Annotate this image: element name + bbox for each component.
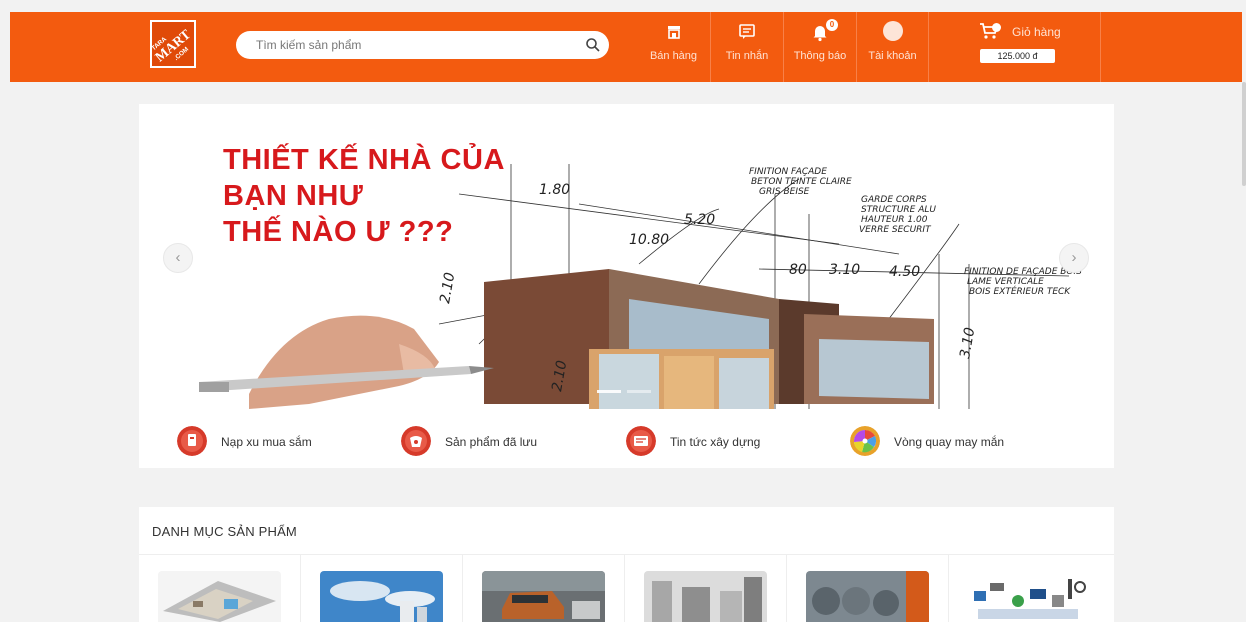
banner-headline-line1: THIẾT KẾ NHÀ CỦA [223, 144, 505, 176]
cart-badge [992, 23, 1001, 32]
quick-links: Nạp xu mua sắm Sản phẩm đã lưu Tin tức x… [139, 422, 1114, 462]
svg-text:STRUCTURE ALU: STRUCTURE ALU [861, 205, 936, 215]
cart-label: Giỏ hàng [1012, 25, 1061, 39]
category-section: DANH MỤC SẢN PHẨM [139, 507, 1114, 622]
svg-text:4.50: 4.50 [889, 264, 920, 280]
svg-text:LAME VERTICALE: LAME VERTICALE [967, 277, 1044, 287]
page-scrollbar[interactable] [1242, 82, 1246, 186]
quick-link-lucky-wheel-label: Vòng quay may mắn [894, 435, 1005, 449]
category-image-vehicles [482, 571, 605, 622]
quick-link-topup-label: Nạp xu mua sắm [221, 435, 312, 449]
nav-sell-label: Bán hàng [649, 50, 698, 62]
category-item[interactable] [139, 555, 301, 622]
category-item[interactable] [301, 555, 463, 622]
store-icon [667, 26, 680, 39]
nav-sell[interactable]: Bán hàng [637, 12, 710, 82]
carousel-dots [597, 390, 657, 396]
svg-text:1.80: 1.80 [539, 182, 570, 198]
nav-messages[interactable]: Tin nhắn [710, 12, 783, 82]
cart-total: 125.000 đ [980, 49, 1055, 63]
category-item[interactable] [949, 555, 1111, 622]
svg-text:80: 80 [789, 262, 807, 278]
svg-text:10.80: 10.80 [629, 232, 669, 248]
notification-badge: 0 [826, 19, 838, 31]
quick-link-news-label: Tin tức xây dựng [670, 435, 761, 449]
svg-text:GRIS BEISE: GRIS BEISE [759, 187, 810, 197]
svg-text:BOIS EXTÉRIEUR TECK: BOIS EXTÉRIEUR TECK [969, 285, 1071, 297]
svg-text:HAUTEUR 1.00: HAUTEUR 1.00 [861, 215, 928, 225]
quick-link-saved-label: Sản phẩm đã lưu [445, 435, 538, 449]
saved-products-icon [401, 426, 431, 456]
carousel-prev-button[interactable]: ‹ [163, 243, 193, 273]
carousel-next-button[interactable]: › [1059, 243, 1089, 273]
nav-account-label: Tài khoản [868, 50, 917, 62]
search-bar [236, 31, 609, 59]
news-icon [626, 426, 656, 456]
banner-headline: THIẾT KẾ NHÀ CỦA BẠN NHƯ THẾ NÀO Ư ??? [223, 142, 505, 250]
banner-headline-line3: THẾ NÀO Ư ??? [223, 216, 454, 248]
search-input[interactable] [256, 36, 576, 54]
category-item[interactable] [625, 555, 787, 622]
nav-notifications-label: Thông báo [793, 50, 847, 62]
category-image-steel [806, 571, 929, 622]
svg-text:BETON TEINTE CLAIRE: BETON TEINTE CLAIRE [751, 177, 852, 187]
svg-text:GARDE CORPS: GARDE CORPS [861, 195, 927, 205]
category-section-title: DANH MỤC SẢN PHẨM [152, 524, 297, 539]
category-image-plumbing [968, 571, 1091, 622]
category-item[interactable] [463, 555, 625, 622]
svg-text:2.10: 2.10 [437, 271, 458, 305]
category-image-appliances [644, 571, 767, 622]
taramart-logo[interactable]: TARA MART .COM [150, 20, 196, 68]
carousel-dot[interactable] [627, 390, 651, 393]
svg-text:FINITION FAÇADE: FINITION FAÇADE [749, 167, 827, 177]
nav-account[interactable]: Tài khoản [856, 12, 929, 82]
category-image-interior [158, 571, 281, 622]
cart-button[interactable]: Giỏ hàng 125.000 đ [970, 12, 1100, 82]
header-divider [1100, 12, 1101, 82]
svg-text:VERRE SECURIT: VERRE SECURIT [859, 225, 932, 235]
svg-text:3.10: 3.10 [957, 326, 978, 360]
lucky-wheel-icon [850, 426, 880, 456]
nav-messages-label: Tin nhắn [725, 50, 769, 62]
banner-headline-line2: BẠN NHƯ [223, 180, 364, 212]
promo-banner[interactable]: FINITION FAÇADE BETON TEINTE CLAIRE GRIS… [139, 104, 1114, 409]
category-item[interactable] [787, 555, 949, 622]
svg-text:3.10: 3.10 [829, 262, 860, 278]
logo-mark: TARA MART .COM [152, 27, 193, 65]
category-image-buildings [320, 571, 443, 622]
message-icon [739, 24, 755, 39]
user-avatar-icon [882, 21, 903, 41]
top-header: TARA MART .COM Bán hàng Tin nhắn [10, 12, 1242, 82]
coin-topup-icon [177, 426, 207, 456]
nav-notifications[interactable]: Thông báo [783, 12, 856, 82]
carousel-dot-active[interactable] [597, 390, 621, 393]
banner-card: FINITION FAÇADE BETON TEINTE CLAIRE GRIS… [139, 104, 1114, 468]
search-icon[interactable] [585, 37, 601, 53]
svg-text:5.20: 5.20 [684, 212, 715, 228]
